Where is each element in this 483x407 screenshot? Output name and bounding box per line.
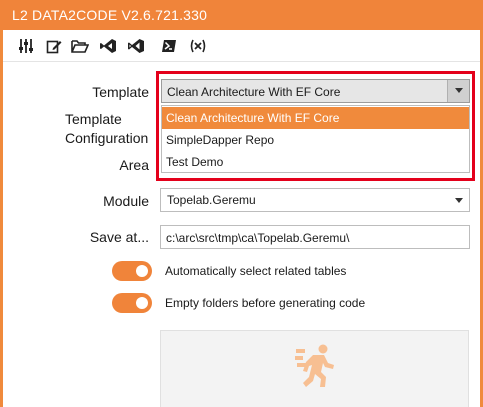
- window-title: L2 DATA2CODE V2.6.721.330: [12, 7, 208, 23]
- edit-button[interactable]: [45, 37, 63, 55]
- empty-folders-toggle[interactable]: [112, 293, 152, 313]
- module-select[interactable]: Topelab.Geremu: [160, 188, 470, 212]
- visual-studio-button[interactable]: [99, 37, 117, 55]
- toggle-knob: [136, 265, 148, 277]
- settings-button[interactable]: [17, 37, 35, 55]
- powershell-button[interactable]: [160, 37, 178, 55]
- open-folder-button[interactable]: [71, 37, 89, 55]
- template-select[interactable]: Clean Architecture With EF Core: [161, 79, 470, 103]
- template-option-test-demo[interactable]: Test Demo: [162, 151, 469, 173]
- auto-select-related-toggle[interactable]: [112, 261, 152, 281]
- empty-folders-label: Empty folders before generating code: [165, 296, 366, 310]
- template-label: Template: [92, 84, 149, 100]
- save-at-input[interactable]: c:\arc\src\tmp\ca\Topelab.Geremu\: [160, 225, 470, 249]
- title-bar: L2 DATA2CODE V2.6.721.330: [0, 0, 483, 30]
- powershell-icon: [162, 40, 176, 52]
- module-select-value: Topelab.Geremu: [167, 193, 256, 207]
- template-select-value: Clean Architecture With EF Core: [167, 85, 341, 99]
- edit-icon: [46, 40, 62, 54]
- running-person-icon: [294, 344, 334, 387]
- template-option-simpledapper[interactable]: SimpleDapper Repo: [162, 129, 469, 151]
- template-config-label-line2: Configuration: [65, 130, 149, 146]
- template-dropdown-list: Clean Architecture With EF Core SimpleDa…: [161, 105, 470, 173]
- chevron-down-icon: [455, 198, 463, 203]
- template-option-clean-architecture[interactable]: Clean Architecture With EF Core: [162, 107, 469, 129]
- variables-button[interactable]: [189, 37, 207, 55]
- sliders-icon: [19, 39, 33, 53]
- toolbar: [3, 30, 480, 62]
- save-at-label: Save at...: [89, 229, 149, 245]
- save-at-value: c:\arc\src\tmp\ca\Topelab.Geremu\: [166, 231, 350, 245]
- area-label: Area: [119, 157, 149, 173]
- variables-icon: [190, 39, 206, 53]
- toggle-knob: [136, 297, 148, 309]
- vscode-icon: [128, 39, 144, 53]
- generate-code-button[interactable]: [160, 330, 469, 407]
- chevron-down-icon[interactable]: [447, 80, 469, 102]
- auto-select-related-label: Automatically select related tables: [165, 264, 347, 278]
- vs-code-button[interactable]: [127, 37, 145, 55]
- visual-studio-icon: [100, 39, 116, 53]
- folder-open-icon: [71, 40, 89, 53]
- module-label: Module: [103, 193, 149, 209]
- template-config-label-line1: Template: [65, 111, 122, 127]
